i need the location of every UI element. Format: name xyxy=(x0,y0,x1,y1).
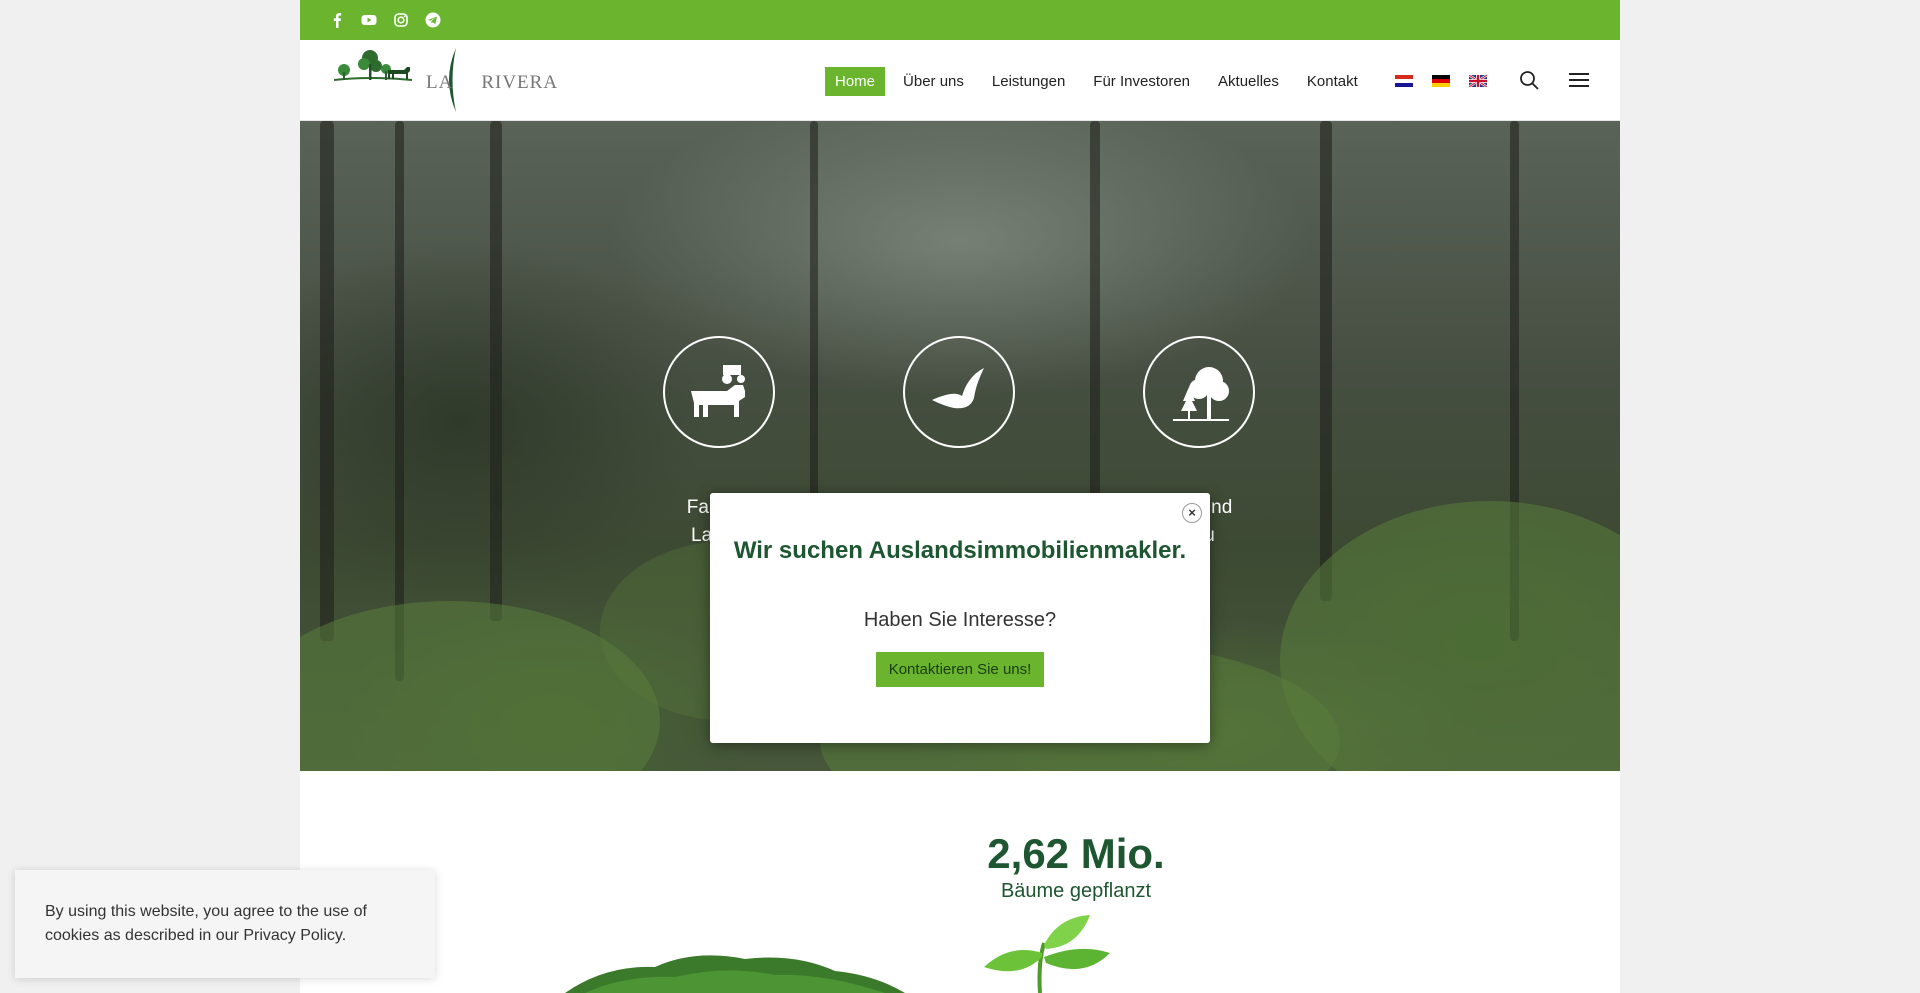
flag-de-icon[interactable] xyxy=(1432,75,1450,87)
nav-item-home[interactable]: Home xyxy=(825,66,886,96)
facebook-icon[interactable] xyxy=(328,11,346,29)
tree-canopy-icon xyxy=(565,955,905,993)
flag-hr-icon[interactable] xyxy=(1395,75,1413,87)
modal-subtitle: Haben Sie Interesse? xyxy=(863,609,1057,631)
trees-planted-number: 2,62 Mio. xyxy=(987,830,1165,877)
telegram-icon[interactable] xyxy=(424,11,442,29)
nav-item-kontakt[interactable]: Kontakt xyxy=(1297,67,1368,96)
cow-tractor-icon xyxy=(663,336,775,448)
modal-title: Wir suchen Auslandsimmobilienmakler. xyxy=(733,537,1187,564)
close-icon[interactable]: × xyxy=(1182,503,1202,523)
main-nav: Home Über uns Leistungen Für Investoren … xyxy=(825,66,1368,96)
site-header: LA RIVERA Home Über uns Leistungen Für In… xyxy=(300,40,1620,121)
instagram-icon[interactable] xyxy=(392,11,410,29)
site-logo[interactable]: LA RIVERA xyxy=(330,46,557,114)
forest-background xyxy=(395,121,404,681)
cookie-text: By using this website, you agree to the … xyxy=(45,903,367,944)
seedling-icon xyxy=(984,915,1110,993)
youtube-icon[interactable] xyxy=(360,11,378,29)
trees-icon xyxy=(1143,336,1255,448)
search-icon[interactable] xyxy=(1518,69,1540,91)
nav-item-fuer-investoren[interactable]: Für Investoren xyxy=(1083,67,1200,96)
forest-background xyxy=(810,121,818,541)
contact-us-button[interactable]: Kontaktieren Sie uns! xyxy=(875,652,1045,687)
flag-en-icon[interactable] xyxy=(1469,75,1487,87)
nav-item-leistungen[interactable]: Leistungen xyxy=(982,67,1075,96)
hero-banner: Farmko Landw xyxy=(300,121,1620,771)
popup-modal: × Wir suchen Auslandsimmobilienmakler. H… xyxy=(710,493,1210,743)
logo-wordmark: LA RIVERA xyxy=(426,72,558,94)
trees-planted-label: Bäume gepflanzt xyxy=(1000,880,1152,902)
cookie-notice[interactable]: By using this website, you agree to the … xyxy=(15,870,435,978)
forest-background xyxy=(490,121,502,621)
forest-background xyxy=(320,121,334,641)
service-nature[interactable] xyxy=(869,336,1049,494)
nav-item-aktuelles[interactable]: Aktuelles xyxy=(1208,67,1289,96)
nav-item-ueber-uns[interactable]: Über uns xyxy=(893,67,974,96)
language-switcher xyxy=(1395,75,1487,87)
social-bar xyxy=(300,0,1620,40)
page: LA RIVERA Home Über uns Leistungen Für In… xyxy=(300,0,1620,993)
logo-text-la: LA xyxy=(426,72,454,93)
forest-background xyxy=(1320,121,1332,601)
bird-icon xyxy=(903,336,1015,448)
logo-text-rivera: RIVERA xyxy=(481,72,559,93)
hamburger-menu-icon[interactable] xyxy=(1568,69,1590,91)
